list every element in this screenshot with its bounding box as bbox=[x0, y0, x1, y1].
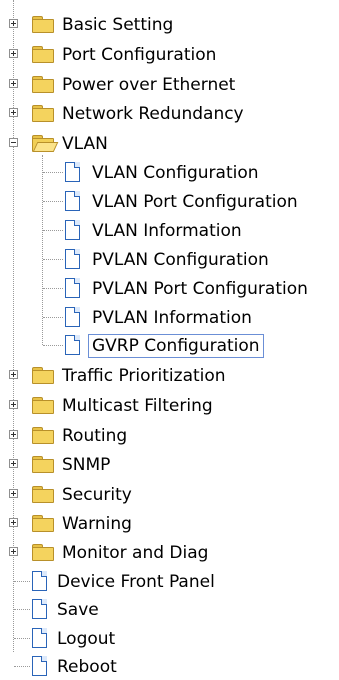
tree-leaf-label[interactable]: VLAN Information bbox=[92, 220, 242, 242]
tree-leaf-logout[interactable]: Logout bbox=[0, 626, 339, 652]
tree-leaf-save[interactable]: Save bbox=[0, 597, 339, 623]
tree-node-vlan[interactable]: VLAN bbox=[0, 131, 339, 157]
tree-node-network-redundancy[interactable]: Network Redundancy bbox=[0, 101, 339, 127]
tree-node-label[interactable]: VLAN bbox=[62, 133, 108, 155]
tree-node-multicast-filtering[interactable]: Multicast Filtering bbox=[0, 393, 339, 419]
folder-icon bbox=[32, 427, 54, 444]
page-icon bbox=[65, 162, 82, 183]
tree-node-label[interactable]: Security bbox=[62, 484, 132, 506]
page-icon bbox=[65, 249, 82, 270]
expand-icon[interactable] bbox=[9, 459, 18, 468]
folder-icon bbox=[32, 76, 54, 93]
tree-leaf-vlan-information[interactable]: VLAN Information bbox=[0, 218, 339, 244]
tree-leaf-device-front-panel[interactable]: Device Front Panel bbox=[0, 569, 339, 595]
tree-node-label[interactable]: Power over Ethernet bbox=[62, 74, 235, 96]
page-icon bbox=[32, 599, 49, 620]
tree-leaf-label[interactable]: Reboot bbox=[57, 656, 117, 678]
tree-leaf-label[interactable]: Logout bbox=[57, 628, 115, 650]
tree-node-warning[interactable]: Warning bbox=[0, 511, 339, 537]
tree-node-power-over-ethernet[interactable]: Power over Ethernet bbox=[0, 72, 339, 98]
page-icon bbox=[32, 628, 49, 649]
expand-icon[interactable] bbox=[9, 79, 18, 88]
tree-leaf-pvlan-configuration[interactable]: PVLAN Configuration bbox=[0, 247, 339, 273]
page-icon bbox=[32, 656, 49, 677]
tree-leaf-vlan-configuration[interactable]: VLAN Configuration bbox=[0, 160, 339, 186]
tree-leaf-label-selected[interactable]: GVRP Configuration bbox=[88, 334, 264, 358]
page-icon bbox=[65, 278, 82, 299]
expand-icon[interactable] bbox=[9, 400, 18, 409]
folder-icon bbox=[32, 397, 54, 414]
tree-leaf-pvlan-port-configuration[interactable]: PVLAN Port Configuration bbox=[0, 276, 339, 302]
tree-node-traffic-prioritization[interactable]: Traffic Prioritization bbox=[0, 363, 339, 389]
tree-leaf-reboot[interactable]: Reboot bbox=[0, 654, 339, 680]
tree-node-snmp[interactable]: SNMP bbox=[0, 452, 339, 478]
tree-leaf-gvrp-configuration[interactable]: GVRP Configuration bbox=[0, 333, 339, 359]
folder-icon bbox=[32, 46, 54, 63]
open-folder-icon bbox=[32, 135, 59, 152]
tree-leaf-pvlan-information[interactable]: PVLAN Information bbox=[0, 305, 339, 331]
navigation-tree: Basic Setting Port Configuration Power o… bbox=[0, 0, 339, 679]
tree-node-label[interactable]: Monitor and Diag bbox=[62, 542, 208, 564]
tree-node-label[interactable]: Multicast Filtering bbox=[62, 395, 213, 417]
tree-leaf-vlan-port-configuration[interactable]: VLAN Port Configuration bbox=[0, 189, 339, 215]
tree-leaf-label[interactable]: PVLAN Information bbox=[92, 307, 252, 329]
page-icon bbox=[65, 191, 82, 212]
page-icon bbox=[65, 220, 82, 241]
tree-node-security[interactable]: Security bbox=[0, 482, 339, 508]
tree-node-label[interactable]: Network Redundancy bbox=[62, 103, 244, 125]
tree-leaf-label[interactable]: PVLAN Port Configuration bbox=[92, 278, 308, 300]
folder-icon bbox=[32, 367, 54, 384]
tree-leaf-label[interactable]: PVLAN Configuration bbox=[92, 249, 269, 271]
expand-icon[interactable] bbox=[9, 49, 18, 58]
expand-icon[interactable] bbox=[9, 518, 18, 527]
tree-leaf-label[interactable]: Save bbox=[57, 599, 99, 621]
tree-node-label[interactable]: Traffic Prioritization bbox=[62, 365, 226, 387]
expand-icon[interactable] bbox=[9, 430, 18, 439]
tree-node-label[interactable]: Port Configuration bbox=[62, 44, 216, 66]
folder-icon bbox=[32, 456, 54, 473]
expand-icon[interactable] bbox=[9, 370, 18, 379]
expand-icon[interactable] bbox=[9, 489, 18, 498]
tree-node-port-configuration[interactable]: Port Configuration bbox=[0, 42, 339, 68]
expand-icon[interactable] bbox=[9, 19, 18, 28]
tree-leaf-label[interactable]: VLAN Configuration bbox=[92, 162, 259, 184]
folder-icon bbox=[32, 16, 54, 33]
folder-icon bbox=[32, 544, 54, 561]
tree-leaf-label[interactable]: VLAN Port Configuration bbox=[92, 191, 298, 213]
page-icon bbox=[65, 307, 82, 328]
tree-node-routing[interactable]: Routing bbox=[0, 423, 339, 449]
page-icon bbox=[32, 571, 49, 592]
collapse-icon[interactable] bbox=[9, 138, 18, 147]
tree-node-label[interactable]: Warning bbox=[62, 513, 132, 535]
expand-icon[interactable] bbox=[9, 108, 18, 117]
folder-icon bbox=[32, 105, 54, 122]
tree-node-basic-setting[interactable]: Basic Setting bbox=[0, 12, 339, 38]
tree-node-label[interactable]: SNMP bbox=[62, 454, 110, 476]
tree-leaf-label[interactable]: Device Front Panel bbox=[57, 571, 215, 593]
folder-icon bbox=[32, 486, 54, 503]
expand-icon[interactable] bbox=[9, 547, 18, 556]
tree-node-label[interactable]: Routing bbox=[62, 425, 127, 447]
page-icon bbox=[65, 335, 82, 356]
tree-node-label[interactable]: Basic Setting bbox=[62, 14, 173, 36]
tree-node-monitor-and-diag[interactable]: Monitor and Diag bbox=[0, 540, 339, 566]
folder-icon bbox=[32, 515, 54, 532]
